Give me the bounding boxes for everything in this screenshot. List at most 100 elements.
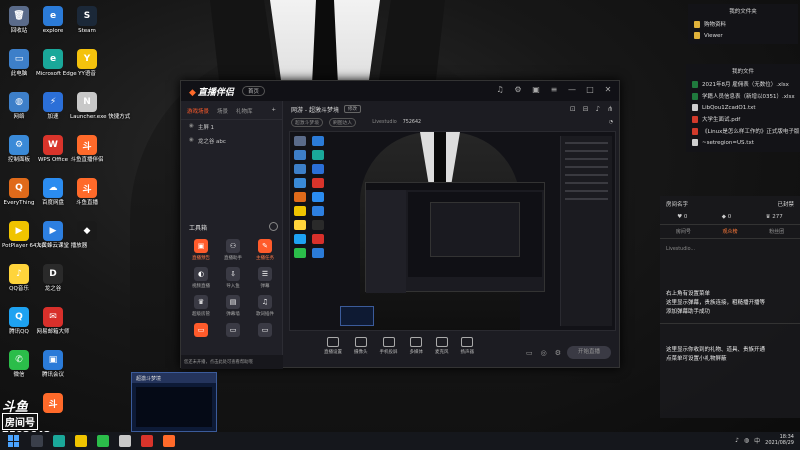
tab-room[interactable]: 房间号 (676, 228, 691, 235)
lock-icon[interactable]: ⊟ (583, 105, 589, 113)
stream-preview[interactable] (289, 131, 616, 331)
toolbar-button[interactable]: 多媒体 (410, 337, 423, 355)
desktop-icon[interactable]: ☁ 百度网盘 (36, 178, 70, 207)
tool-item[interactable]: ▤ 弹幕墙 (217, 295, 249, 317)
desktop-icon[interactable]: ◆ (70, 221, 104, 243)
scene-item[interactable]: ◉ 主屏 1 (181, 120, 282, 134)
tool-item[interactable]: ⚇ 直播助手 (217, 239, 249, 261)
toolbar-button[interactable]: 麦克风 (435, 337, 449, 355)
settings-gear-icon[interactable]: ⚙ (555, 349, 561, 357)
desktop-icon[interactable]: S Steam (70, 6, 104, 35)
ime-icon[interactable]: 中 (754, 436, 760, 445)
desktop-icon[interactable]: e explore (36, 6, 70, 35)
edit-room-button[interactable]: 修改 (343, 105, 361, 113)
tag-pill[interactable]: 刷图达人 (329, 117, 357, 127)
network-icon[interactable]: ◍ (744, 437, 749, 444)
category-pill[interactable]: 超激斗梦境 (291, 117, 323, 127)
tool-item[interactable]: ♛ 超级房管 (185, 295, 217, 317)
tab-fans[interactable]: 粉丝团 (769, 228, 784, 235)
desktop-icon[interactable]: ◍ 网络 (2, 92, 36, 121)
share-icon[interactable]: ⋔ (607, 105, 613, 113)
toolbar-button[interactable]: 手机投屏 (380, 337, 398, 355)
desktop-icon[interactable]: D 龙之谷 (36, 264, 70, 293)
desktop-icon[interactable]: ▭ 此电脑 (2, 49, 36, 78)
desktop-icon[interactable]: W WPS Office (36, 135, 70, 164)
file-item[interactable]: 大学生面试.pdf (686, 113, 800, 125)
tab-audience[interactable]: 观众榜 (722, 228, 737, 235)
file-item[interactable]: ~setregion=US.txt (686, 137, 800, 148)
eye-icon[interactable]: ◉ (189, 137, 194, 145)
tab-game-scene[interactable]: 游戏场景 (187, 107, 209, 115)
settings-icon[interactable]: ⚙ (513, 85, 523, 95)
record-toggle-icon[interactable]: ◎ (541, 349, 547, 357)
file-item[interactable]: Viewer (688, 30, 798, 41)
launcher-icon[interactable] (119, 435, 131, 447)
desktop-icon[interactable]: Q 腾讯QQ (2, 307, 36, 336)
desktop-icon[interactable]: ✉ 网易邮箱大师 (36, 307, 70, 336)
start-menu-icon[interactable] (8, 435, 20, 447)
help-notice[interactable]: 您还未开播，点击此处可查看帮助哦 (181, 355, 283, 369)
desktop-icon[interactable]: ▶ PotPlayer 64 bit (2, 221, 46, 250)
tool-item[interactable]: ♫ 歌词插件 (249, 295, 281, 317)
tab-scene[interactable]: 场景 (217, 107, 228, 115)
record-icon[interactable]: ⊡ (570, 105, 576, 113)
start-live-button[interactable]: 开始直播 (567, 346, 611, 359)
tab-gift-library[interactable]: 礼物库 (236, 107, 253, 115)
chat-status[interactable]: 已封禁 (777, 200, 794, 208)
explorer-icon[interactable] (75, 435, 87, 447)
add-scene-button[interactable]: + (271, 107, 276, 115)
desktop-icon-label: PotPlayer 64 bit (2, 243, 46, 249)
toolbar-button[interactable]: 扬声器 (461, 337, 474, 355)
desktop-icon[interactable]: e Microsoft Edge (36, 49, 77, 78)
douyu-taskbar-icon[interactable] (163, 435, 175, 447)
edge-icon[interactable] (53, 435, 65, 447)
desktop-icon[interactable]: ⚡ 加速 (36, 92, 70, 121)
tool-item[interactable]: ▭ (185, 323, 217, 339)
search-icon[interactable] (31, 435, 43, 447)
toolbar-button[interactable]: 直播设置 (324, 337, 342, 355)
tool-item[interactable]: ◐ 视频直播 (185, 267, 217, 289)
gift-icon[interactable]: ▣ (531, 85, 541, 95)
minimize-icon[interactable]: — (567, 85, 577, 95)
desktop-icon[interactable]: 斗斗鱼直播伴侣 (70, 135, 104, 164)
tool-item[interactable]: ▣ 直播预告 (185, 239, 217, 261)
tool-item[interactable]: ▭ (217, 323, 249, 339)
wechat-icon[interactable] (97, 435, 109, 447)
desktop-icon[interactable]: ✆ 微信 (2, 350, 36, 379)
file-item[interactable]: 2021年8月 雇佣表（无数位）.xlsx (686, 78, 800, 90)
maximize-icon[interactable]: □ (585, 85, 595, 95)
tool-item[interactable]: ⇩ 导入鱼 (217, 267, 249, 289)
desktop-icon[interactable]: ▣ 腾讯会议 (36, 350, 70, 379)
file-item[interactable]: 购物资料 (688, 18, 798, 30)
file-item[interactable]: 学籍人员信息表（新增以0351）.xlsx (686, 90, 800, 102)
desktop-icon[interactable]: 🗑 回收站 (2, 6, 36, 35)
file-item[interactable]: LibQou1ZcadO1.txt (686, 102, 800, 113)
desktop-icon[interactable]: ♪ QQ音乐 (2, 264, 36, 293)
mic-icon[interactable]: ◔ (609, 120, 613, 125)
desktop-icon[interactable]: ▶ 大黄蜂云课堂 播放器 (36, 221, 87, 250)
headset-icon[interactable]: ♫ (495, 85, 505, 95)
toolbox-settings-icon[interactable] (269, 222, 278, 231)
eye-icon[interactable]: ◉ (189, 123, 194, 131)
file-item[interactable]: 《Linux是怎么样工作的》正式版电子版.pdf (686, 125, 800, 137)
desktop-icon[interactable]: Y YY语音 (70, 49, 104, 78)
desktop-icon[interactable]: Q EveryThing (2, 178, 36, 207)
app-icon[interactable] (141, 435, 153, 447)
tool-item[interactable]: ▭ (249, 323, 281, 339)
bell-icon[interactable]: ♪ (596, 105, 600, 113)
tool-item[interactable]: ☰ 弹幕 (249, 267, 281, 289)
scene-item[interactable]: ◉ 龙之谷 abc (181, 134, 282, 148)
desktop-icon[interactable]: 斗斗鱼直播 (70, 178, 104, 207)
desktop-icon-label: 网络 (13, 114, 25, 120)
home-button[interactable]: 首页 (241, 86, 265, 96)
stream-thumbnail[interactable]: 超激斗梦境 (131, 372, 217, 432)
desktop-icon[interactable]: ⚙ 控制面板 (2, 135, 36, 164)
desktop-icon[interactable]: N Launcher.exe 快捷方式 (70, 92, 130, 121)
camera-icon[interactable]: ▭ (526, 349, 533, 357)
close-icon[interactable]: ✕ (603, 85, 613, 95)
volume-icon[interactable]: ♪ (735, 437, 739, 444)
menu-icon[interactable]: ≡ (549, 85, 559, 95)
clock[interactable]: 18:34 2021/08/29 (765, 434, 794, 446)
toolbar-button[interactable]: 摄像头 (354, 337, 368, 355)
tool-item[interactable]: ✎ 主播任务 (249, 239, 281, 261)
